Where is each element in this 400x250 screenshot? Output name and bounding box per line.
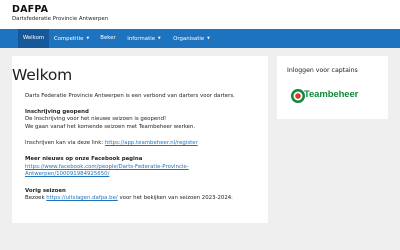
- facebook-heading: Meer nieuws op onze Facebook pagina: [25, 156, 142, 163]
- register-prefix: Inschrijven kan via deze link:: [25, 140, 105, 146]
- facebook-link-line2[interactable]: Antwerpen/100091984925650/: [25, 171, 109, 177]
- site-header: DAFPA Dartsfederatie Provincie Antwerpen: [0, 0, 400, 29]
- nav-item-organisatie[interactable]: Organisatie ▼: [168, 29, 215, 48]
- teambeheer-logo-text[interactable]: Teambeheer: [304, 89, 358, 100]
- section-heading-text: Inschrijving geopend: [25, 109, 89, 115]
- intro-text: Darts Federatie Provincie Antwerpen is e…: [25, 93, 235, 99]
- sidebar-title: Inloggen voor captains: [287, 67, 358, 74]
- nav-item-beker[interactable]: Beker: [96, 29, 120, 48]
- nav-item-label: Competitie: [53, 36, 84, 42]
- chevron-down-icon: ▼: [158, 36, 161, 40]
- results-link[interactable]: https://uitslagen.dafpa.be/: [46, 195, 117, 201]
- registration-text: De Inschrijving voor het nieuwe seizoen …: [25, 116, 167, 122]
- site-tagline: Dartsfederatie Provincie Antwerpen: [12, 16, 109, 22]
- nav-item-label: Beker: [100, 35, 116, 41]
- nav-item-label: Informatie: [127, 36, 156, 42]
- previous-season-heading-text: Vorig seizoen: [25, 188, 66, 194]
- register-link[interactable]: https://app.teambeheer.nl/register: [105, 140, 198, 146]
- section-heading: Inschrijving geopend: [25, 109, 89, 116]
- previous-suffix: voor het bekijken van seizoen 2023-2024.: [117, 195, 233, 201]
- previous-season-line: Bezoek https://uitslagen.dafpa.be/ voor …: [25, 195, 233, 202]
- previous-prefix: Bezoek: [25, 195, 47, 201]
- page-title: Welkom: [12, 66, 73, 84]
- facebook-link-line1[interactable]: https://www.facebook.com/people/Darts-Fe…: [25, 164, 189, 170]
- facebook-heading-text: Meer nieuws op onze Facebook pagina: [25, 156, 143, 162]
- main-navigation: Welkom Competitie ▼ Beker Informatie ▼ Org…: [0, 29, 400, 48]
- nav-item-competitie[interactable]: Competitie ▼: [51, 29, 92, 48]
- register-line: Inschrijven kan via deze link: https://a…: [25, 140, 198, 147]
- nav-item-label: Organisatie: [173, 36, 205, 42]
- nav-item-label: Welkom: [22, 35, 45, 41]
- facebook-link-cont[interactable]: Antwerpen/100091984925650/: [25, 171, 109, 178]
- previous-season-heading: Vorig seizoen: [25, 188, 66, 195]
- teambeheer-text: We gaan vanaf het komende seizoen met Te…: [25, 124, 196, 130]
- nav-item-welkom[interactable]: Welkom: [18, 29, 49, 48]
- site-title[interactable]: DAFPA: [12, 4, 48, 15]
- nav-item-informatie[interactable]: Informatie ▼: [124, 29, 164, 48]
- chevron-down-icon: ▼: [207, 36, 210, 40]
- facebook-link[interactable]: https://www.facebook.com/people/Darts-Fe…: [25, 164, 189, 171]
- chevron-down-icon: ▼: [86, 36, 90, 40]
